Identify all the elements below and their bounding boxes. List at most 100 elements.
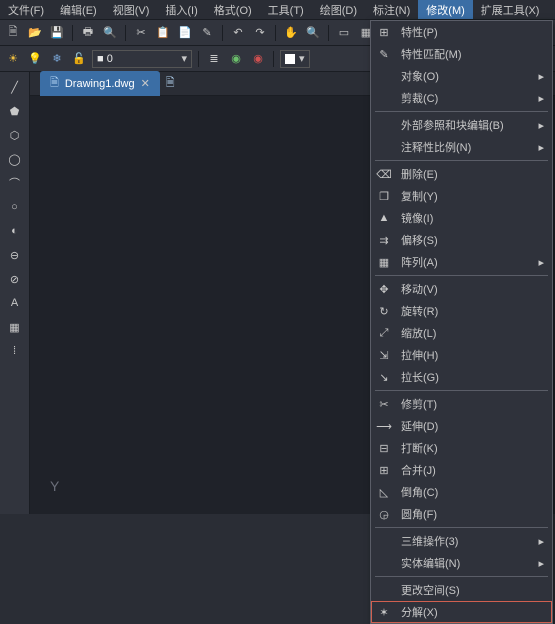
sun-icon[interactable]: ☀ (4, 50, 22, 68)
close-tab-icon[interactable]: ✕ (141, 77, 150, 90)
menu-item-修剪T[interactable]: ✂ 修剪(T) (371, 393, 552, 415)
bulb-icon[interactable]: 💡 (26, 50, 44, 68)
menu-separator (375, 160, 548, 161)
menu-item-label: 修剪(T) (401, 396, 544, 412)
menu-item-实体编辑N[interactable]: 实体编辑(N)▸ (371, 552, 552, 574)
document-tab[interactable]: 🗎 Drawing1.dwg ✕ (40, 71, 160, 96)
menu-item-icon: ◶ (375, 508, 393, 521)
menu-item-icon: ⊞ (375, 26, 393, 39)
color-selector[interactable]: ▾ (280, 50, 310, 68)
lock-icon[interactable]: 🔓 (70, 50, 88, 68)
menu-item-icon: ❐ (375, 190, 393, 203)
menu-item-更改空间S[interactable]: 更改空间(S) (371, 579, 552, 601)
menu-item-label: 延伸(D) (401, 418, 544, 434)
submenu-arrow-icon: ▸ (538, 141, 544, 154)
draw-tool-3[interactable]: ◯ (6, 150, 24, 168)
menu-编辑E[interactable]: 编辑(E) (52, 0, 105, 19)
print-icon[interactable]: 🖶 (79, 24, 97, 42)
menu-格式O[interactable]: 格式(O) (206, 0, 260, 19)
menu-item-复制Y[interactable]: ❐ 复制(Y) (371, 185, 552, 207)
new-tab-icon[interactable]: 🗎 (166, 74, 175, 93)
menu-item-icon: ⊟ (375, 442, 393, 455)
menu-item-label: 偏移(S) (401, 232, 544, 248)
menu-item-阵列A[interactable]: ▦阵列(A)▸ (371, 251, 552, 273)
menu-item-拉长G[interactable]: ↘拉长(G) (371, 366, 552, 388)
layeroff-icon[interactable]: ◉ (249, 50, 267, 68)
preview-icon[interactable]: 🔍 (101, 24, 119, 42)
menu-item-label: 复制(Y) (401, 188, 544, 204)
draw-tool-7[interactable]: ⊖ (6, 246, 24, 264)
open-icon[interactable]: 📂 (26, 24, 44, 42)
draw-tool-9[interactable]: A (6, 294, 24, 312)
menu-item-label: 旋转(R) (401, 303, 544, 319)
menu-item-移动V[interactable]: ✥移动(V) (371, 278, 552, 300)
menu-item-偏移S[interactable]: ⇉偏移(S) (371, 229, 552, 251)
menu-扩展工具X[interactable]: 扩展工具(X) (473, 0, 548, 19)
cut-icon[interactable]: ✂ (132, 24, 150, 42)
menu-item-icon: ⟶ (375, 420, 393, 433)
paste-icon[interactable]: 📄 (176, 24, 194, 42)
submenu-arrow-icon: ▸ (538, 92, 544, 105)
menu-工具T[interactable]: 工具(T) (260, 0, 312, 19)
menu-item-icon: ✥ (375, 283, 393, 296)
menu-item-icon: ↘ (375, 371, 393, 384)
submenu-arrow-icon: ▸ (538, 70, 544, 83)
menu-item-镜像I[interactable]: ▲镜像(I) (371, 207, 552, 229)
menu-绘图D[interactable]: 绘图(D) (312, 0, 365, 19)
menu-item-旋转R[interactable]: ↻旋转(R) (371, 300, 552, 322)
draw-tool-6[interactable]: ◐ (6, 222, 24, 240)
layer-selector[interactable]: ■ 0▾ (92, 50, 192, 68)
menu-item-拉伸H[interactable]: ⇲拉伸(H) (371, 344, 552, 366)
new-icon[interactable]: 🗎 (4, 24, 22, 42)
menu-item-对象O[interactable]: 对象(O)▸ (371, 65, 552, 87)
copy-icon[interactable]: 📋 (154, 24, 172, 42)
menu-item-icon: ▲ (375, 212, 393, 224)
menu-修改M[interactable]: 修改(M) (418, 0, 473, 19)
redo-icon[interactable]: ↷ (251, 24, 269, 42)
menu-item-打断K[interactable]: ⊟ 打断(K) (371, 437, 552, 459)
undo-icon[interactable]: ↶ (229, 24, 247, 42)
menu-item-label: 分解(X) (401, 604, 544, 620)
tool-a-icon[interactable]: ▭ (335, 24, 353, 42)
menu-插入I[interactable]: 插入(I) (157, 0, 205, 19)
menu-文件F[interactable]: 文件(F) (0, 0, 52, 19)
layeriso-icon[interactable]: ◉ (227, 50, 245, 68)
pan-icon[interactable]: ✋ (282, 24, 300, 42)
menu-item-特性P[interactable]: ⊞特性(P) (371, 21, 552, 43)
draw-tool-11[interactable]: ⁞ (6, 342, 24, 360)
menu-bar: 文件(F)编辑(E)视图(V)插入(I)格式(O)工具(T)绘图(D)标注(N)… (0, 0, 555, 20)
draw-tool-8[interactable]: ⊘ (6, 270, 24, 288)
draw-tool-4[interactable]: ⌒ (6, 174, 24, 192)
menu-item-删除E[interactable]: ⌫删除(E) (371, 163, 552, 185)
menu-标注N[interactable]: 标注(N) (365, 0, 418, 19)
draw-tool-5[interactable]: ○ (6, 198, 24, 216)
draw-tool-2[interactable]: ⬡ (6, 126, 24, 144)
menu-item-延伸D[interactable]: ⟶ 延伸(D) (371, 415, 552, 437)
menu-item-label: 打断(K) (401, 440, 544, 456)
menu-item-倒角C[interactable]: ◺倒角(C) (371, 481, 552, 503)
menu-item-剪裁C[interactable]: 剪裁(C)▸ (371, 87, 552, 109)
menu-item-label: 三维操作(3) (401, 533, 530, 549)
menu-item-分解X[interactable]: ✶分解(X) (371, 601, 552, 623)
menu-item-icon: ✂ (375, 398, 393, 411)
menu-separator (375, 275, 548, 276)
zoom-icon[interactable]: 🔍 (304, 24, 322, 42)
draw-tool-1[interactable]: ⬟ (6, 102, 24, 120)
menu-item-外部参照和块编辑B[interactable]: 外部参照和块编辑(B)▸ (371, 114, 552, 136)
menu-视图V[interactable]: 视图(V) (105, 0, 158, 19)
layers-icon[interactable]: ≣ (205, 50, 223, 68)
menu-窗口W[interactable]: 窗口(W) (547, 0, 555, 19)
menu-item-特性匹配M[interactable]: ✎特性匹配(M) (371, 43, 552, 65)
draw-tool-10[interactable]: ▦ (6, 318, 24, 336)
menu-item-三维操作3[interactable]: 三维操作(3)▸ (371, 530, 552, 552)
menu-item-合并J[interactable]: ⊞合并(J) (371, 459, 552, 481)
freeze-icon[interactable]: ❄ (48, 50, 66, 68)
draw-tool-0[interactable]: ╱ (6, 78, 24, 96)
menu-item-圆角F[interactable]: ◶圆角(F) (371, 503, 552, 525)
menu-item-icon: ▦ (375, 256, 393, 269)
match-icon[interactable]: ✎ (198, 24, 216, 42)
menu-item-注释性比例N[interactable]: 注释性比例(N)▸ (371, 136, 552, 158)
menu-item-缩放L[interactable]: ⤢缩放(L) (371, 322, 552, 344)
save-icon[interactable]: 💾 (48, 24, 66, 42)
draw-toolbar: ╱ ⬟ ⬡ ◯ ⌒ ○ ◐ ⊖ ⊘ A ▦ ⁞ (0, 72, 30, 514)
